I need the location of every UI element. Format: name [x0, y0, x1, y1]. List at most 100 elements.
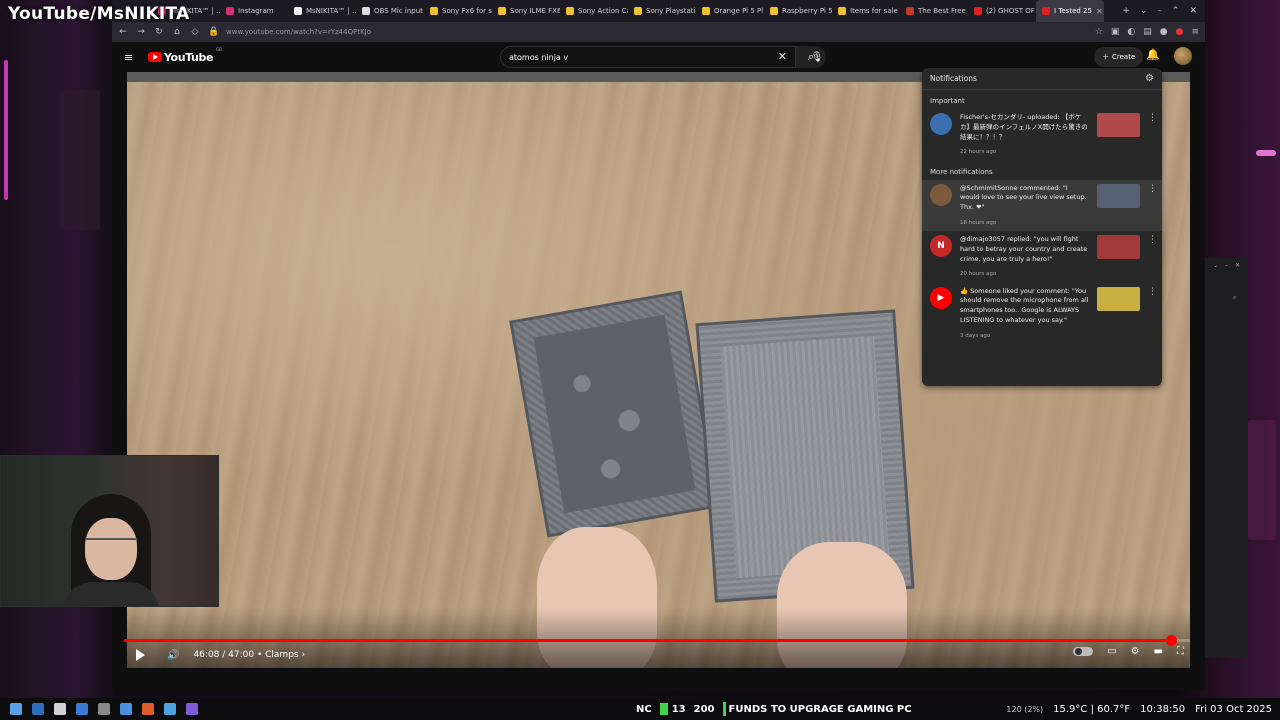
browser-tab[interactable]: MsNIKITA™ | ... — [288, 0, 356, 22]
taskbar-app-icon[interactable] — [186, 703, 198, 715]
search-icon[interactable]: ⌕ — [1233, 294, 1236, 302]
tab-label: (2) GHOST OF — [986, 7, 1035, 15]
extension-icon[interactable]: ◐ — [1127, 27, 1135, 37]
theater-mode-icon[interactable]: ▬ — [1154, 646, 1163, 657]
create-button[interactable]: ＋ Create — [1094, 47, 1144, 67]
hamburger-menu-icon[interactable]: ≡ — [124, 51, 136, 64]
bookmark-star-icon[interactable]: ☆ — [1095, 27, 1103, 37]
notification-thumbnail[interactable] — [1097, 286, 1140, 311]
tab-favicon-icon — [702, 7, 710, 15]
voice-search-button[interactable]: 🎙 — [806, 46, 828, 68]
tab-favicon-icon — [974, 7, 982, 15]
search-value: atomos ninja v — [509, 52, 569, 62]
tab-favicon-icon — [362, 7, 370, 15]
forward-icon[interactable]: → — [136, 27, 146, 37]
home-icon[interactable]: ⌂ — [172, 27, 182, 37]
maximize-icon[interactable]: ⌃ — [1172, 6, 1180, 16]
taskbar-app-icon[interactable] — [120, 703, 132, 715]
menu-icon[interactable]: ≡ — [1191, 27, 1199, 37]
search-input[interactable]: atomos ninja v ✕ — [500, 46, 796, 68]
extension-icon[interactable]: ▤ — [1143, 27, 1152, 37]
minimize-icon[interactable]: – — [1225, 262, 1228, 269]
notification-item[interactable]: ▶ 👍 Someone liked your comment: "You shou… — [922, 283, 1162, 344]
browser-tab[interactable]: Items for sale — [832, 0, 900, 22]
more-options-icon[interactable]: ⋮ — [1148, 287, 1157, 340]
account-avatar[interactable] — [1174, 47, 1192, 65]
app-launcher-icon[interactable] — [10, 703, 22, 715]
browser-tab[interactable]: Raspberry Pi 5 — [764, 0, 832, 22]
notifications-bell-icon[interactable]: 🔔 — [1146, 48, 1160, 61]
browser-tab[interactable]: Sony Fx6 for s — [424, 0, 492, 22]
browser-tab[interactable]: OBS Mic input — [356, 0, 424, 22]
youtube-logo[interactable]: YouTube GB — [148, 47, 222, 64]
tab-label: Sony ILME FX6 — [510, 7, 560, 15]
browser-tab[interactable]: Orange Pi 5 Pl — [696, 0, 764, 22]
microphone-icon: 🎙 — [810, 51, 824, 63]
notification-item[interactable]: N @dimajo3057 replied: "you will fight ha… — [922, 231, 1162, 283]
new-tab-icon[interactable]: + — [1122, 6, 1130, 16]
notification-settings-gear-icon[interactable]: ⚙ — [1145, 73, 1154, 84]
taskbar-app-icon[interactable] — [98, 703, 110, 715]
chevron-down-icon[interactable]: ⌄ — [1213, 262, 1218, 269]
scrubber-handle[interactable] — [1165, 635, 1177, 646]
tab-favicon-icon — [430, 7, 438, 15]
clear-search-icon[interactable]: ✕ — [778, 50, 787, 63]
chapter-title[interactable]: Clamps — [265, 650, 298, 660]
extension-icon[interactable]: ● — [1176, 27, 1184, 37]
captions-icon[interactable]: ▭ — [1107, 646, 1116, 657]
settings-gear-icon[interactable]: ⚙ — [1131, 646, 1140, 657]
extension-icon[interactable]: ▣ — [1111, 27, 1120, 37]
taskbar-app-icon[interactable] — [164, 703, 176, 715]
more-options-icon[interactable]: ⋮ — [1148, 235, 1157, 279]
volume-icon[interactable]: 🔊 — [167, 650, 179, 661]
browser-tab[interactable]: Sony Playstatio — [628, 0, 696, 22]
notification-thumbnail[interactable] — [1097, 113, 1140, 137]
play-icon[interactable] — [136, 649, 145, 661]
notification-item[interactable]: Fischer's-セカンダリ- uploaded: 【ボケカ】最新弾のインフェ… — [922, 109, 1162, 161]
tab-favicon-icon — [634, 7, 642, 15]
tab-favicon-icon — [294, 7, 302, 15]
count-a: 13 — [671, 704, 686, 715]
more-options-icon[interactable]: ⋮ — [1148, 113, 1157, 157]
shield-icon[interactable]: ◇ — [190, 27, 200, 37]
taskbar-app-icon[interactable] — [76, 703, 88, 715]
fullscreen-icon[interactable]: ⛶ — [1177, 646, 1184, 657]
close-tab-icon[interactable]: ✕ — [1096, 7, 1103, 16]
more-notifications-list: @SchmimitSonne commented: "I would love … — [922, 179, 1162, 344]
more-options-icon[interactable]: ⋮ — [1148, 184, 1157, 228]
address-field[interactable]: www.youtube.com/watch?v=rYz44QPtKJo — [226, 28, 1087, 36]
system-tray: 120 (2%) 15.9°C | 60.7°F 10:38:50 Fri 03… — [1006, 698, 1272, 720]
count-b: 200 — [693, 703, 715, 715]
goal-text: FUNDS TO UPGRAGE GAMING PC — [728, 704, 912, 715]
notification-item[interactable]: @SchmimitSonne commented: "I would love … — [922, 179, 1162, 231]
tab-favicon-icon — [906, 7, 914, 15]
close-window-icon[interactable]: ✕ — [1189, 6, 1197, 16]
notification-time: 3 days ago — [960, 332, 991, 339]
reload-icon[interactable]: ↻ — [154, 27, 164, 37]
browser-tab[interactable]: Instagram — [220, 0, 288, 22]
notification-thumbnail[interactable] — [1097, 235, 1140, 259]
taskbar-app-icon[interactable] — [54, 703, 66, 715]
browser-tab[interactable]: The Best Free — [900, 0, 968, 22]
lock-icon[interactable]: 🔒 — [208, 27, 219, 37]
notification-time: 20 hours ago — [960, 271, 997, 278]
taskbar-app-icon[interactable] — [32, 703, 44, 715]
browser-tab[interactable]: (2) GHOST OF — [968, 0, 1036, 22]
taskbar-app-icon[interactable] — [142, 703, 154, 715]
tab-label: The Best Free — [918, 7, 966, 15]
close-icon[interactable]: ✕ — [1235, 262, 1240, 269]
browser-tab[interactable]: I Tested 25 ✕ — [1036, 0, 1104, 22]
browser-tab[interactable]: Sony ILME FX6 — [492, 0, 560, 22]
autoplay-toggle[interactable] — [1073, 647, 1094, 656]
video-progress-bar[interactable] — [124, 635, 1190, 646]
browser-tab[interactable]: Sony Action Ca — [560, 0, 628, 22]
tab-list-icon[interactable]: ⌄ — [1140, 6, 1148, 16]
tab-label: Items for sale — [850, 7, 898, 15]
notification-body: @SchmimitSonne commented: "I would love … — [960, 184, 1089, 228]
back-icon[interactable]: ← — [118, 27, 128, 37]
extension-icon[interactable]: ● — [1160, 27, 1168, 37]
minimize-icon[interactable]: – — [1157, 6, 1162, 16]
tab-bar: MsNIKITA™ | ... Instagram MsNIKITA™ | ... O… — [112, 0, 1205, 22]
streamer-shirt — [63, 582, 159, 606]
notification-thumbnail[interactable] — [1097, 183, 1140, 208]
